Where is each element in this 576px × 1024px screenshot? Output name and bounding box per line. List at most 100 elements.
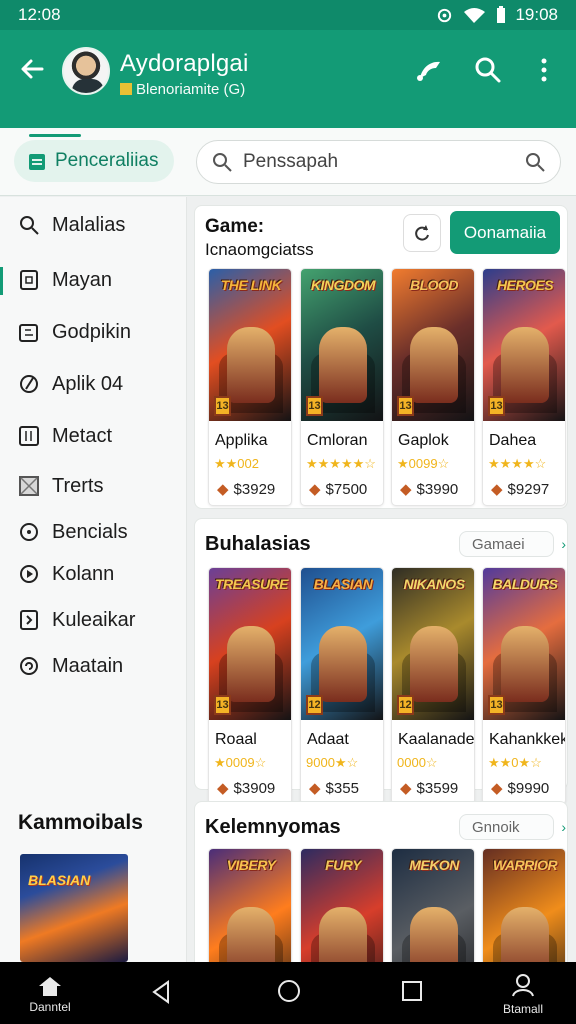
square-note-icon [20,610,38,630]
call-icon[interactable] [412,54,444,86]
featured-tile-art: BLASIAN [28,872,91,888]
back-arrow-icon[interactable] [16,52,50,86]
refresh-button[interactable] [403,214,441,252]
game-card[interactable]: HEROES 13 Dahea ★★★★☆ ◆ $9297 [482,268,566,506]
sidebar-label: Aplik 04 [52,372,124,395]
sidebar-label: Bencials [52,520,128,543]
cover-title-art: HEROES [496,277,554,293]
game-card[interactable]: BALDURS 13 Kahankkek ★★0★☆ ◆ $9990 [482,567,566,805]
sidebar-item-mayan[interactable]: Mayan [18,263,112,297]
star-rating: ★★★★★☆ [306,456,376,471]
sidebar-label: Trerts [52,474,104,497]
chevron-right-icon: › [561,536,566,552]
game-name: Kaalanadem [398,731,475,748]
sidebar-item-maatain[interactable]: Maatain [18,649,123,683]
sidebar-item-kuleaikar[interactable]: Kuleaikar [18,603,135,637]
hero-figure [501,626,549,702]
featured-heading: Kammoibals [18,811,143,834]
currency-icon: ◆ [491,780,503,797]
sidebar-item-malalias[interactable]: Malalias [18,208,125,242]
search-submit-icon[interactable] [524,151,546,173]
game-card[interactable]: THE LINK 13 Applika ★★002 ◆ $3929 [208,268,292,506]
sidebar-item-aplik-04[interactable]: Aplik 04 [18,367,123,401]
game-cover-art: TREASURE 13 [209,568,291,720]
tab-label: Penceraliias [55,150,159,171]
star-rating: 9000★☆ [306,755,359,770]
age-rating-badge: 12 [306,695,323,715]
section-title: Buhalasias [205,533,311,555]
game-name: Cmloran [307,432,368,449]
badge-icon [120,83,132,95]
search-placeholder: Penssapah [243,151,339,172]
price: $355 [325,780,359,797]
account-nav-button[interactable]: Btamall [496,973,550,1016]
cover-title-art: MEKON [409,857,459,873]
price-row: ◆ $3599 [400,779,458,797]
game-name: Adaat [307,731,349,748]
avatar[interactable] [62,47,110,95]
sidebar-item-bencials[interactable]: Bencials [18,515,128,549]
star-rating: ★★0★☆ [488,755,542,770]
hero-figure [501,327,549,403]
cover-title-art: BLOOD [409,277,459,293]
game-name: Roaal [215,731,257,748]
tab-indicator [29,134,81,137]
price: $3909 [233,780,276,797]
game-card[interactable]: BLOOD 13 Gaplok ★0099☆ ◆ $3990 [391,268,475,506]
status-time-right: 19:08 [515,5,558,24]
account-icon [512,974,534,997]
age-rating-badge: 13 [488,695,505,715]
account-nav-label: Btamall [502,1002,543,1016]
sidebar-item-kolann[interactable]: Kolann [18,557,114,591]
game-name: Applika [215,432,268,449]
price-row: ◆ $3909 [217,779,275,797]
cover-title-art: KINGDOM [310,277,376,293]
currency-icon: ◆ [309,481,321,498]
app-header: Aydoraplgai Blenoriamite (G) [0,30,576,128]
subtitle: Blenoriamite (G) [120,81,245,98]
section-panel: Buhalasias Gamaei › TREASURE 13 Roaal ★0009☆… [194,518,568,805]
game-label: Game: [205,216,265,237]
game-card[interactable]: KINGDOM 13 Cmloran ★★★★★☆ ◆ $7500 [300,268,384,506]
search-field[interactable]: Penssapah [196,140,561,184]
hero-figure [410,626,458,702]
price-row: ◆ $3929 [217,480,275,498]
game-name: Dahea [489,432,537,449]
game-card[interactable]: TREASURE 13 Roaal ★0009☆ ◆ $3909 [208,567,292,805]
star-rating: ★0099☆ [397,456,450,471]
home-nav-label: Danntel [29,1000,71,1014]
cover-title-art: THE LINK [220,277,282,293]
search-icon[interactable] [472,54,504,86]
price-row: ◆ $3990 [400,480,458,498]
more-vertical-icon[interactable] [528,54,560,86]
game-card[interactable]: NIKANOS 12 Kaalanadem 0000☆ ◆$3599 [391,567,475,805]
star-rating: ★★002 [214,456,259,471]
price-row: ◆ $7500 [309,480,367,498]
sidebar-item-godpikin[interactable]: Godpikin [18,315,131,349]
primary-action-button[interactable]: Oonamaiia [450,211,560,254]
price-row: ◆ $355 [309,779,359,797]
game-cover-art: KINGDOM 13 [301,269,383,421]
back-triangle-icon[interactable] [150,980,172,1004]
section-pill[interactable]: Gnnoik › [459,814,566,840]
sidebar-label: Godpikin [52,320,131,343]
currency-icon: ◆ [491,481,503,498]
home-nav-button[interactable]: Danntel [28,975,72,1014]
image-icon [19,476,39,496]
currency-icon: ◆ [400,481,412,498]
game-card[interactable]: BLASIAN 12 Adaat 9000★☆ ◆ $355 [300,567,384,805]
sidebar-item-trerts[interactable]: Trerts [18,469,103,503]
tab-active[interactable]: Penceraliias [14,134,174,182]
star-rating: ★0009☆ [214,755,267,770]
game-cover-art: BLASIAN 12 [301,568,383,720]
section-pill[interactable]: Gamaei › [459,531,566,557]
featured-game-tile[interactable]: BLASIAN [20,854,128,962]
home-circle-icon[interactable] [276,978,302,1004]
battery-icon [497,6,506,23]
hero-figure [227,626,275,702]
recent-apps-icon[interactable] [400,979,424,1003]
hero-figure [227,327,275,403]
home-square-icon [20,270,38,290]
sidebar-item-metact[interactable]: Metact [18,419,112,453]
home-icon [39,977,61,996]
